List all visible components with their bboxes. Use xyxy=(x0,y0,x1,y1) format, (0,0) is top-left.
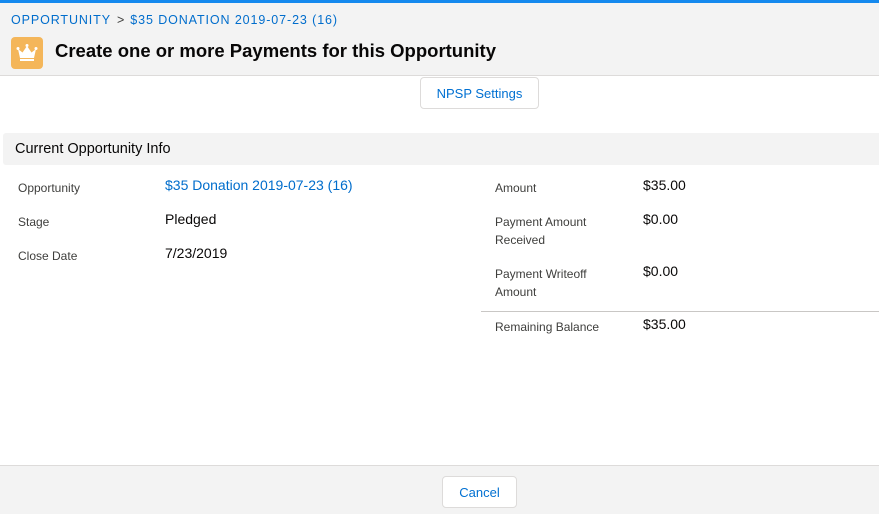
cancel-button[interactable]: Cancel xyxy=(442,476,517,508)
modal-footer xyxy=(0,465,879,514)
stage-value: Pledged xyxy=(165,211,217,227)
remaining-balance-label: Remaining Balance xyxy=(495,320,600,334)
opportunity-link[interactable]: $35 Donation 2019-07-23 (16) xyxy=(165,177,353,193)
stage-label: Stage xyxy=(18,215,50,229)
close-date-label: Close Date xyxy=(18,249,78,263)
payment-amount-received-value: $0.00 xyxy=(643,211,679,227)
amount-label: Amount xyxy=(495,181,537,195)
breadcrumb-object-link[interactable]: OPPORTUNITY xyxy=(11,13,111,27)
balance-divider xyxy=(481,311,879,312)
crown-icon xyxy=(11,37,43,69)
opportunity-label: Opportunity xyxy=(18,181,81,195)
page-header: OPPORTUNITY > $35 DONATION 2019-07-23 (16)… xyxy=(0,3,879,76)
close-date-value: 7/23/2019 xyxy=(165,245,228,261)
breadcrumb-separator: > xyxy=(116,13,125,27)
npsp-settings-button[interactable]: NPSP Settings xyxy=(420,77,539,109)
breadcrumb-record-link[interactable]: $35 DONATION 2019-07-23 (16) xyxy=(130,13,338,27)
breadcrumb: OPPORTUNITY > $35 DONATION 2019-07-23 (16) xyxy=(11,13,338,27)
payment-amount-received-label: Payment Amount Received xyxy=(495,215,587,247)
payment-writeoff-amount-label: Payment Writeoff Amount xyxy=(495,267,587,299)
amount-value: $35.00 xyxy=(643,177,686,193)
remaining-balance-value: $35.00 xyxy=(643,316,686,332)
page-title: Create one or more Payments for this Opp… xyxy=(55,40,496,61)
payment-writeoff-amount-value: $0.00 xyxy=(643,263,679,279)
section-title: Current Opportunity Info xyxy=(15,141,171,157)
section-header[interactable]: Current Opportunity Info xyxy=(3,133,879,165)
